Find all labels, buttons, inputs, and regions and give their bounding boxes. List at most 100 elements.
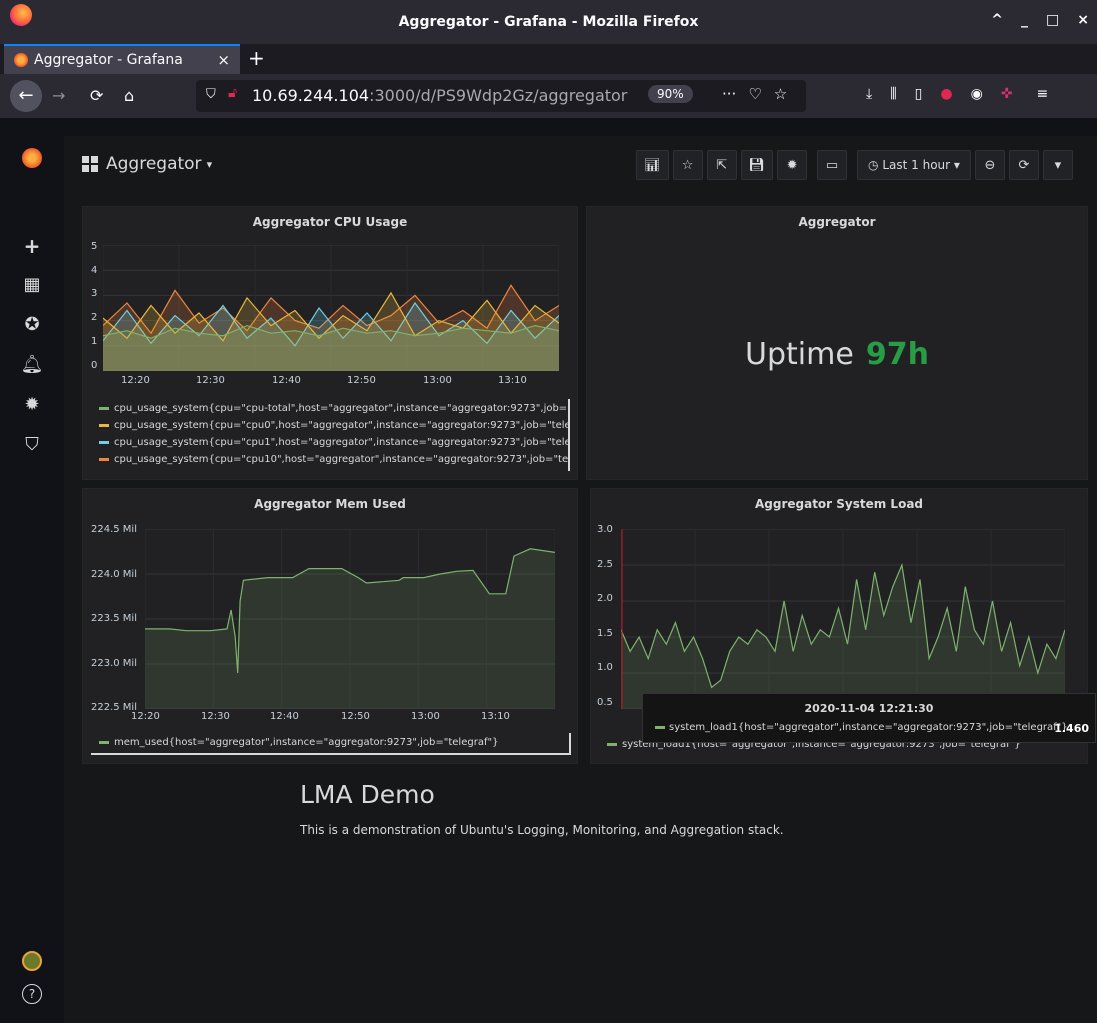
- close-window-button[interactable]: ×: [1077, 12, 1089, 28]
- tooltip-series-label: system_load1{host="aggregator",instance=…: [669, 722, 1072, 733]
- load-chart-plot[interactable]: [621, 529, 1065, 709]
- help-icon[interactable]: ?: [22, 984, 42, 1004]
- y-tick: 2: [91, 312, 98, 323]
- time-range-label: Last 1 hour: [882, 158, 951, 172]
- window-title: Aggregator - Grafana - Mozilla Firefox: [398, 14, 699, 30]
- panel-title: Aggregator System Load: [754, 497, 924, 511]
- uptime-panel[interactable]: Aggregator Uptime 97h: [586, 206, 1088, 480]
- y-tick: 0.5: [597, 697, 613, 708]
- legend-item[interactable]: cpu_usage_system{cpu="cpu10",host="aggre…: [99, 454, 569, 468]
- forward-button[interactable]: →: [52, 86, 65, 105]
- zoom-out-button[interactable]: ⊖: [974, 150, 1005, 180]
- dashboard-grid-icon: [82, 156, 98, 172]
- x-tick: 12:30: [196, 375, 225, 386]
- legend-label: cpu_usage_system{cpu="cpu-total",host="a…: [114, 403, 569, 414]
- browser-tab[interactable]: Aggregator - Grafana ×: [4, 44, 240, 74]
- legend-scrollbar[interactable]: [569, 733, 571, 755]
- nav-bar: ← → ⟳ ⌂ ⛉ 🔓︎ 10.69.244.104:3000/d/PS9Wdp…: [0, 74, 1097, 118]
- legend-label: mem_used{host="aggregator",instance="agg…: [114, 737, 499, 748]
- extension-icon[interactable]: ✜: [1001, 86, 1013, 102]
- legend-swatch: [607, 742, 617, 746]
- shield-icon[interactable]: ⛉: [206, 87, 216, 102]
- url-text[interactable]: 10.69.244.104:3000/d/PS9Wdp2Gz/aggregato…: [252, 86, 647, 105]
- x-tick: 12:40: [270, 711, 299, 722]
- dashboard-settings-button[interactable]: ✹: [777, 150, 808, 180]
- cycle-view-mode-button[interactable]: ▭: [817, 150, 848, 180]
- page-actions-icon[interactable]: ···: [722, 85, 736, 103]
- text-panel-heading: LMA Demo: [300, 780, 435, 809]
- legend-swatch: [99, 740, 109, 744]
- minimize-button[interactable]: _: [1021, 12, 1028, 28]
- maximize-button[interactable]: □: [1046, 12, 1059, 28]
- y-tick: 223.0 Mil: [91, 658, 137, 669]
- reload-button[interactable]: ⟳: [90, 86, 103, 105]
- refresh-button[interactable]: ⟳: [1008, 150, 1039, 180]
- add-panel-button[interactable]: 📊︎: [636, 150, 669, 180]
- y-tick: 3.0: [597, 524, 613, 535]
- dashboard-picker[interactable]: Aggregator ▾: [82, 154, 212, 174]
- tab-label: Aggregator - Grafana: [34, 52, 183, 68]
- url-path: :3000/d/PS9Wdp2Gz/aggregator: [369, 86, 628, 105]
- server-admin-shield-icon[interactable]: ⛉: [0, 434, 64, 455]
- url-actions: ··· ♡ ☆: [722, 85, 787, 103]
- uptime-stat: Uptime 97h: [587, 337, 1087, 372]
- url-bar[interactable]: ⛉ 🔓︎ 10.69.244.104:3000/d/PS9Wdp2Gz/aggr…: [196, 80, 806, 112]
- mem-used-panel[interactable]: Aggregator Mem Used 224.5 Mil 224.0 Mil …: [82, 488, 578, 764]
- alerting-bell-icon[interactable]: 🔔︎: [0, 354, 64, 375]
- y-tick: 1.0: [597, 662, 613, 673]
- zoom-indicator[interactable]: 90%: [648, 85, 693, 103]
- uptime-value: 97h: [865, 337, 929, 372]
- dashboard: Aggregator ▾ 📊︎ ☆ ⇱ 💾︎ ✹ ▭ ◷ Last 1 hour…: [64, 136, 1097, 1023]
- y-tick: 2.5: [597, 559, 613, 570]
- home-button[interactable]: ⌂: [124, 86, 134, 105]
- legend-swatch: [99, 440, 109, 444]
- bookmark-star-icon[interactable]: ☆: [774, 85, 787, 103]
- pocket-icon[interactable]: ♡: [748, 85, 761, 103]
- legend-label: cpu_usage_system{cpu="cpu0",host="aggreg…: [114, 420, 569, 431]
- zoom-out-icon: ⊖: [984, 157, 996, 173]
- x-tick: 13:00: [411, 711, 440, 722]
- tab-close-icon[interactable]: ×: [217, 51, 230, 69]
- star-dashboard-button[interactable]: ☆: [672, 150, 703, 180]
- maximize-up-button[interactable]: ^: [991, 12, 1003, 28]
- save-dashboard-button[interactable]: 💾︎: [740, 150, 774, 180]
- legend-item[interactable]: cpu_usage_system{cpu="cpu1",host="aggreg…: [99, 437, 569, 448]
- cpu-usage-panel[interactable]: Aggregator CPU Usage 5 4 3 2 1 0 12:20 1…: [82, 206, 578, 480]
- user-avatar[interactable]: [22, 951, 42, 971]
- y-tick: 1: [91, 336, 98, 347]
- legend-swatch: [99, 406, 109, 410]
- chevron-down-icon: ▾: [1054, 157, 1062, 173]
- tooltip-value: 1.460: [1054, 722, 1089, 735]
- x-tick: 12:20: [131, 711, 160, 722]
- url-host: 10.69.244.104: [252, 86, 370, 105]
- panel-title: Aggregator CPU Usage: [252, 215, 408, 229]
- configuration-gear-icon[interactable]: ✹: [0, 394, 64, 415]
- back-button[interactable]: ←: [10, 80, 42, 112]
- refresh-interval-button[interactable]: ▾: [1042, 150, 1073, 180]
- share-dashboard-button[interactable]: ⇱: [706, 150, 737, 180]
- legend-item[interactable]: mem_used{host="aggregator",instance="agg…: [99, 737, 569, 748]
- window-controls: ^ _ □ ×: [991, 12, 1089, 28]
- legend-scrollbar[interactable]: [568, 399, 570, 471]
- mem-chart-plot[interactable]: [145, 529, 555, 709]
- grafana-logo-icon[interactable]: [22, 148, 42, 168]
- dashboards-icon[interactable]: ▦: [0, 274, 64, 295]
- x-tick: 12:50: [347, 375, 376, 386]
- explore-compass-icon[interactable]: ✪: [0, 314, 64, 335]
- insecure-lock-icon[interactable]: 🔓︎: [228, 85, 237, 101]
- hamburger-menu-icon[interactable]: ≡: [1037, 86, 1049, 102]
- new-tab-button[interactable]: +: [248, 46, 265, 70]
- library-icon[interactable]: ⫼: [890, 86, 896, 102]
- account-icon[interactable]: ◉: [971, 86, 983, 102]
- create-plus-icon[interactable]: +: [0, 234, 64, 258]
- time-picker-button[interactable]: ◷ Last 1 hour ▾: [857, 150, 971, 180]
- downloads-icon[interactable]: ⤓: [866, 86, 872, 102]
- ublock-icon[interactable]: ●: [940, 86, 952, 102]
- cpu-chart-plot[interactable]: [103, 245, 559, 371]
- x-tick: 13:10: [481, 711, 510, 722]
- y-tick: 0: [91, 360, 98, 371]
- legend-item[interactable]: cpu_usage_system{cpu="cpu0",host="aggreg…: [99, 420, 569, 431]
- dashboard-title: Aggregator: [106, 154, 202, 174]
- legend-item[interactable]: cpu_usage_system{cpu="cpu-total",host="a…: [99, 403, 569, 414]
- sidebar-icon[interactable]: ▯: [915, 86, 923, 102]
